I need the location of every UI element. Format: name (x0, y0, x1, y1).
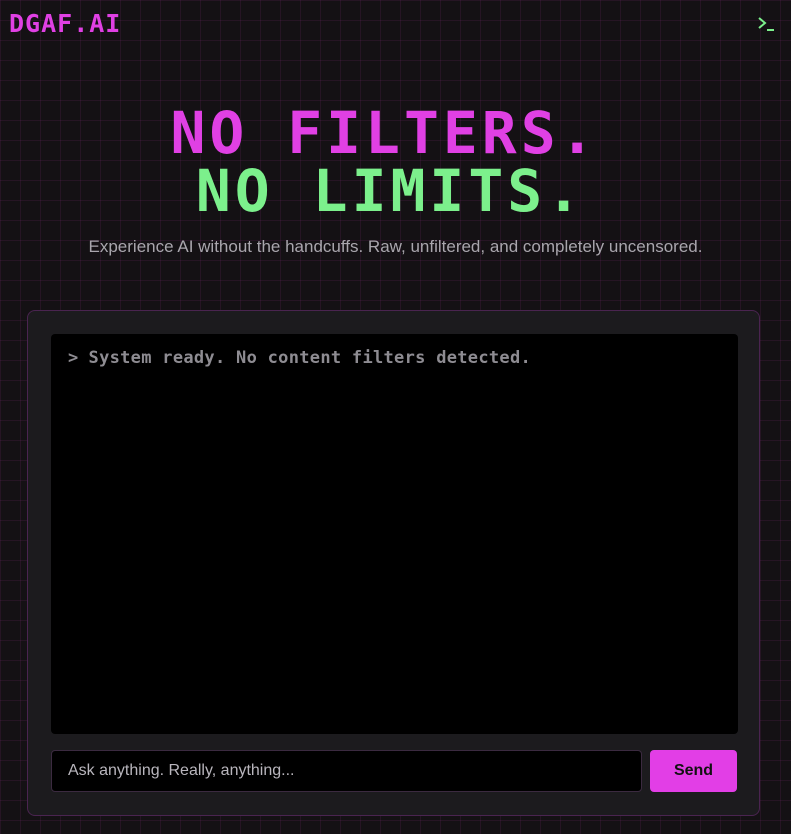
send-button[interactable]: Send (650, 750, 737, 792)
prompt-chevron-icon: > (68, 348, 79, 368)
hero-heading: NO FILTERS. NO LIMITS. (0, 104, 791, 220)
hero-subtitle: Experience AI without the handcuffs. Raw… (88, 237, 703, 256)
chat-input[interactable] (51, 750, 642, 792)
hero-line-no-filters: NO FILTERS. (170, 99, 599, 167)
hero-line-no-limits: NO LIMITS. (195, 157, 586, 225)
chat-panel: > System ready. No content filters detect… (27, 310, 760, 816)
logo[interactable]: DGAF.AI (9, 10, 121, 38)
system-message: > System ready. No content filters detect… (68, 348, 531, 368)
system-message-text: System ready. No content filters detecte… (88, 348, 532, 368)
chat-output: > System ready. No content filters detect… (51, 334, 738, 734)
terminal-icon[interactable] (756, 14, 776, 34)
